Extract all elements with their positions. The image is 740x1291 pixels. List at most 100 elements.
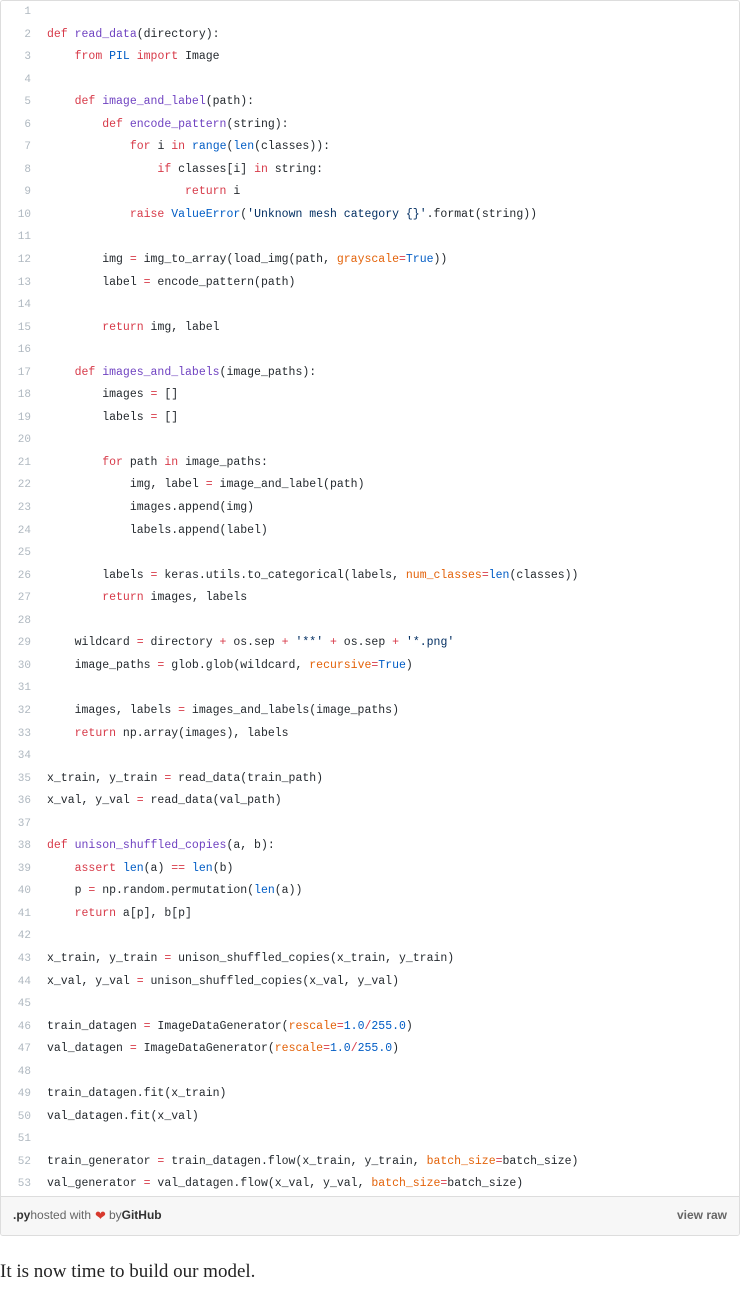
- line-content[interactable]: train_datagen.fit(x_train): [39, 1083, 739, 1106]
- line-content[interactable]: train_datagen = ImageDataGenerator(resca…: [39, 1016, 739, 1039]
- code-line: 41 return a[p], b[p]: [1, 903, 739, 926]
- code-token: train_datagen: [47, 1019, 144, 1033]
- line-number: 13: [17, 276, 31, 289]
- line-content[interactable]: def images_and_labels(image_paths):: [39, 362, 739, 385]
- github-brand-label: GitHub: [121, 1207, 162, 1222]
- line-content[interactable]: [39, 813, 739, 836]
- line-content[interactable]: [39, 677, 739, 700]
- line-number: 31: [17, 682, 31, 695]
- line-content[interactable]: x_train, y_train = unison_shuffled_copie…: [39, 948, 739, 971]
- by-label: by: [108, 1207, 122, 1222]
- code-token: read_data: [74, 27, 137, 41]
- line-content[interactable]: [39, 226, 739, 249]
- line-number: 36: [17, 795, 31, 808]
- line-content[interactable]: [39, 69, 739, 92]
- line-content[interactable]: [39, 1128, 739, 1151]
- line-content[interactable]: images.append(img): [39, 497, 739, 520]
- code-token: PIL: [109, 50, 130, 64]
- code-token: for: [129, 140, 151, 154]
- code-token: return: [102, 320, 144, 334]
- line-content[interactable]: [39, 1, 739, 24]
- line-content[interactable]: [39, 1061, 739, 1084]
- line-content[interactable]: val_generator = val_datagen.flow(x_val, …: [39, 1173, 739, 1196]
- line-content[interactable]: train_generator = train_datagen.flow(x_t…: [39, 1151, 739, 1174]
- line-content[interactable]: [39, 429, 739, 452]
- line-content[interactable]: return np.array(images), labels: [39, 723, 739, 746]
- line-number: 7: [24, 141, 31, 154]
- line-content[interactable]: if classes[i] in string:: [39, 159, 739, 182]
- code-token: path: [122, 455, 165, 469]
- line-content[interactable]: [39, 542, 739, 565]
- code-line: 26 labels = keras.utils.to_categorical(l…: [1, 565, 739, 588]
- code-token: ImageDataGenerator(: [136, 1042, 275, 1056]
- line-content[interactable]: x_val, y_val = read_data(val_path): [39, 790, 739, 813]
- code-token: encode_pattern: [129, 117, 227, 131]
- line-content[interactable]: return i: [39, 181, 739, 204]
- line-content[interactable]: def image_and_label(path):: [39, 91, 739, 114]
- line-number: 40: [17, 885, 31, 898]
- line-content[interactable]: [39, 610, 739, 633]
- line-content[interactable]: labels = keras.utils.to_categorical(labe…: [39, 565, 739, 588]
- line-content[interactable]: return a[p], b[p]: [39, 903, 739, 926]
- line-content[interactable]: x_val, y_val = unison_shuffled_copies(x_…: [39, 971, 739, 994]
- line-number: 22: [17, 479, 31, 492]
- line-number: 32: [17, 704, 31, 717]
- code-line: 44 x_val, y_val = unison_shuffled_copies(…: [1, 971, 739, 994]
- code-line: 19 labels = []: [1, 407, 739, 430]
- line-number: 14: [17, 299, 31, 312]
- line-content[interactable]: [39, 294, 739, 317]
- line-content[interactable]: img, label = image_and_label(path): [39, 474, 739, 497]
- line-content[interactable]: assert len(a) == len(b): [39, 858, 739, 881]
- view-raw-link[interactable]: view raw: [677, 1207, 727, 1224]
- line-content[interactable]: image_paths = glob.glob(wildcard, recurs…: [39, 655, 739, 678]
- code-token: (a)): [274, 884, 303, 898]
- code-line: 6 def encode_pattern(string):: [1, 114, 739, 137]
- code-token: True: [405, 253, 434, 267]
- code-token: x_train, y_train: [47, 951, 165, 965]
- code-line: 48: [1, 1061, 739, 1084]
- line-content[interactable]: wildcard = directory + os.sep + '**' + o…: [39, 632, 739, 655]
- line-content[interactable]: labels.append(label): [39, 520, 739, 543]
- code-token: len: [233, 140, 255, 154]
- line-content[interactable]: for path in image_paths:: [39, 452, 739, 475]
- line-content[interactable]: label = encode_pattern(path): [39, 272, 739, 295]
- line-content[interactable]: def read_data(directory):: [39, 24, 739, 47]
- code-token: =: [136, 974, 144, 988]
- line-content[interactable]: images = []: [39, 384, 739, 407]
- line-content[interactable]: img = img_to_array(load_img(path, graysc…: [39, 249, 739, 272]
- code-token: from: [74, 50, 110, 64]
- line-number: 51: [17, 1133, 31, 1146]
- line-content[interactable]: x_train, y_train = read_data(train_path): [39, 768, 739, 791]
- code-token: =: [495, 1154, 503, 1168]
- line-content[interactable]: [39, 925, 739, 948]
- line-content[interactable]: def encode_pattern(string):: [39, 114, 739, 137]
- line-content[interactable]: p = np.random.permutation(len(a)): [39, 880, 739, 903]
- code-token: unison_shuffled_copies(x_train, y_train): [171, 951, 455, 965]
- line-number: 35: [17, 772, 31, 785]
- line-content[interactable]: return images, labels: [39, 587, 739, 610]
- line-content[interactable]: images, labels = images_and_labels(image…: [39, 700, 739, 723]
- code-token: in: [164, 455, 179, 469]
- line-content[interactable]: from PIL import Image: [39, 46, 739, 69]
- line-content[interactable]: [39, 339, 739, 362]
- code-token: images_and_labels(image_paths): [185, 703, 399, 717]
- line-content[interactable]: raise ValueError('Unknown mesh category …: [39, 204, 739, 227]
- line-content[interactable]: [39, 993, 739, 1016]
- line-content[interactable]: [39, 745, 739, 768]
- line-content[interactable]: labels = []: [39, 407, 739, 430]
- code-token: (classes)): [509, 568, 579, 582]
- code-token: string:: [267, 162, 324, 176]
- code-token: /: [350, 1042, 358, 1056]
- code-token: np.random.permutation(: [95, 884, 255, 898]
- line-content[interactable]: val_datagen.fit(x_val): [39, 1106, 739, 1129]
- line-content[interactable]: return img, label: [39, 317, 739, 340]
- line-number: 37: [17, 817, 31, 830]
- line-content[interactable]: def unison_shuffled_copies(a, b):: [39, 835, 739, 858]
- code-line: 9 return i: [1, 181, 739, 204]
- line-content[interactable]: val_datagen = ImageDataGenerator(rescale…: [39, 1038, 739, 1061]
- code-token: i: [150, 140, 172, 154]
- line-content[interactable]: for i in range(len(classes)):: [39, 136, 739, 159]
